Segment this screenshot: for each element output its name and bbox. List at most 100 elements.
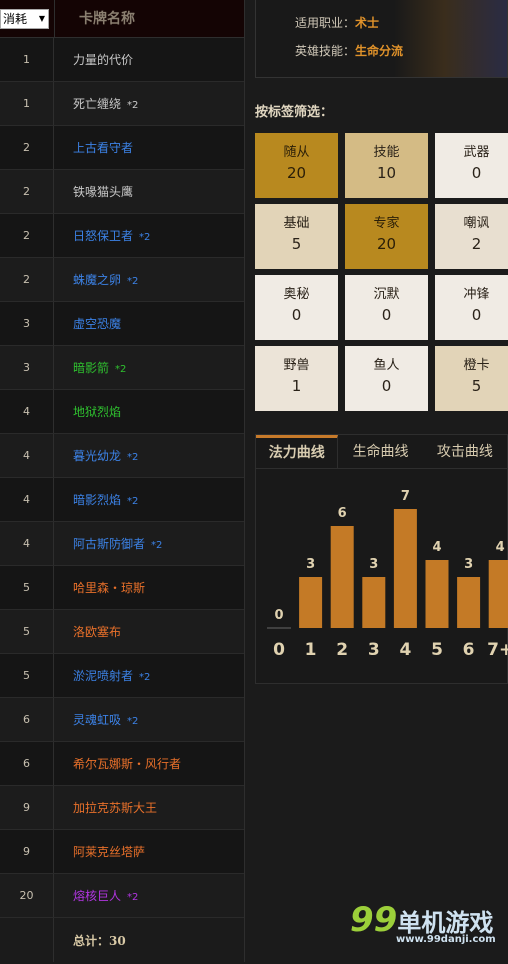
card-name[interactable]: 力量的代价 [54, 38, 139, 81]
tag-filter-7[interactable]: 沉默 0 [345, 275, 428, 340]
tag-filter-5[interactable]: 嘲讽 2 [435, 204, 508, 269]
tag-label: 沉默 [373, 287, 400, 302]
data-label: 3 [306, 557, 315, 572]
tag-count: 1 [291, 377, 302, 395]
sort-select[interactable]: 消耗 ▼ [0, 8, 49, 29]
tag-filter-9[interactable]: 野兽 1 [255, 346, 338, 411]
card-name-text: 哈里森・琼斯 [73, 581, 146, 595]
card-name[interactable]: 地狱烈焰 [54, 390, 127, 433]
card-count: *2 [127, 496, 139, 507]
table-row[interactable]: 3 虚空恐魔 [0, 302, 244, 346]
class-label: 适用职业： [295, 16, 356, 30]
class-value: 术士 [355, 16, 380, 30]
card-name-text: 阿古斯防御者 [73, 537, 146, 551]
table-row[interactable]: 2 上古看守者 [0, 126, 244, 170]
tag-label: 橙卡 [463, 358, 490, 373]
data-label: 3 [464, 557, 473, 572]
tag-filter-6[interactable]: 奥秘 0 [255, 275, 338, 340]
tag-label: 奥秘 [283, 287, 310, 302]
card-name[interactable]: 熔核巨人 *2 [54, 874, 138, 917]
card-name[interactable]: 暗影箭 *2 [54, 346, 126, 389]
card-name[interactable]: 上古看守者 [54, 126, 139, 169]
card-name-text: 希尔瓦娜斯・风行者 [73, 757, 182, 771]
total-cost-cell [0, 918, 54, 962]
card-name[interactable]: 阿莱克丝塔萨 [54, 830, 151, 873]
card-name[interactable]: 阿古斯防御者 *2 [54, 522, 162, 565]
cost-cell: 2 [0, 258, 54, 301]
card-name[interactable]: 暮光幼龙 *2 [54, 434, 138, 477]
power-label: 英雄技能： [295, 44, 356, 58]
table-row[interactable]: 4 暗影烈焰 *2 [0, 478, 244, 522]
card-name[interactable]: 铁喙猫头鹰 [54, 170, 139, 213]
tag-filter-1[interactable]: 技能 10 [345, 133, 428, 198]
table-row[interactable]: 9 阿莱克丝塔萨 [0, 830, 244, 874]
tag-filter-2[interactable]: 武器 0 [435, 133, 508, 198]
cost-cell: 3 [0, 302, 54, 345]
filter-title: 按标签筛选： [255, 105, 334, 120]
hero-class: 适用职业：术士 [295, 14, 379, 31]
tag-label: 野兽 [283, 358, 310, 373]
table-row[interactable]: 5 洛欧塞布 [0, 610, 244, 654]
mana-curve-chart: 0031623374453647+ [267, 489, 508, 660]
card-name[interactable]: 虚空恐魔 [54, 302, 127, 345]
table-row[interactable]: 6 希尔瓦娜斯・风行者 [0, 742, 244, 786]
table-row[interactable]: 4 阿古斯防御者 *2 [0, 522, 244, 566]
x-tick-label: 3 [368, 640, 380, 660]
card-count: *2 [127, 892, 139, 903]
table-row[interactable]: 6 灵魂虹吸 *2 [0, 698, 244, 742]
card-name[interactable]: 日怒保卫者 *2 [54, 214, 150, 257]
cost-cell: 9 [0, 830, 54, 873]
total-label: 总计：30 [73, 934, 126, 948]
card-name-text: 阿莱克丝塔萨 [73, 845, 146, 859]
x-tick-label: 1 [305, 640, 317, 660]
deck-table: 消耗 ▼ 卡牌名称 1 力量的代价 1 死亡缠绕 *2 2 上古看守者 2 铁喙猫头鹰 2 日怒保卫者… [0, 0, 245, 962]
card-name[interactable]: 洛欧塞布 [54, 610, 127, 653]
cost-cell: 4 [0, 390, 54, 433]
total-row: 总计：30 [0, 918, 244, 962]
table-row[interactable]: 5 哈里森・琼斯 [0, 566, 244, 610]
tag-label: 专家 [373, 216, 400, 231]
card-name[interactable]: 加拉克苏斯大王 [54, 786, 163, 829]
table-row[interactable]: 2 铁喙猫头鹰 [0, 170, 244, 214]
table-row[interactable]: 4 地狱烈焰 [0, 390, 244, 434]
table-row[interactable]: 3 暗影箭 *2 [0, 346, 244, 390]
card-name[interactable]: 蛛魔之卵 *2 [54, 258, 138, 301]
bar [425, 560, 449, 628]
bar [299, 577, 323, 628]
tag-count: 0 [381, 377, 392, 395]
card-name[interactable]: 希尔瓦娜斯・风行者 [54, 742, 187, 785]
tag-filter-11[interactable]: 橙卡 5 [435, 346, 508, 411]
card-name-text: 灵魂虹吸 [73, 713, 122, 727]
watermark-logo: 99单机游戏 www.99danji.com [350, 900, 496, 945]
table-row[interactable]: 2 蛛魔之卵 *2 [0, 258, 244, 302]
table-row[interactable]: 20 熔核巨人 *2 [0, 874, 244, 918]
data-label: 4 [496, 540, 505, 555]
hero-power: 英雄技能：生命分流 [295, 42, 403, 59]
card-name[interactable]: 哈里森・琼斯 [54, 566, 151, 609]
tag-filter-0[interactable]: 随从 20 [255, 133, 338, 198]
tag-label: 基础 [283, 216, 310, 231]
table-row[interactable]: 2 日怒保卫者 *2 [0, 214, 244, 258]
tag-label: 武器 [463, 145, 490, 160]
tag-filter-8[interactable]: 冲锋 0 [435, 275, 508, 340]
table-row[interactable]: 1 力量的代价 [0, 38, 244, 82]
tag-count: 10 [376, 164, 397, 182]
card-count: *2 [139, 232, 151, 243]
table-row[interactable]: 1 死亡缠绕 *2 [0, 82, 244, 126]
cost-cell: 2 [0, 126, 54, 169]
tag-filter-3[interactable]: 基础 5 [255, 204, 338, 269]
card-name-text: 加拉克苏斯大王 [73, 801, 158, 815]
card-name[interactable]: 灵魂虹吸 *2 [54, 698, 138, 741]
cost-cell: 2 [0, 214, 54, 257]
table-row[interactable]: 9 加拉克苏斯大王 [0, 786, 244, 830]
tag-filter-4[interactable]: 专家 20 [345, 204, 428, 269]
card-name[interactable]: 暗影烈焰 *2 [54, 478, 138, 521]
table-row[interactable]: 4 暮光幼龙 *2 [0, 434, 244, 478]
cost-cell: 20 [0, 874, 54, 917]
hero-panel: 适用职业：术士 英雄技能：生命分流 [255, 0, 508, 78]
card-name[interactable]: 淤泥喷射者 *2 [54, 654, 150, 697]
table-row[interactable]: 5 淤泥喷射者 *2 [0, 654, 244, 698]
tag-filter-10[interactable]: 鱼人 0 [345, 346, 428, 411]
card-name[interactable]: 死亡缠绕 *2 [54, 82, 138, 125]
card-name-text: 熔核巨人 [73, 889, 122, 903]
